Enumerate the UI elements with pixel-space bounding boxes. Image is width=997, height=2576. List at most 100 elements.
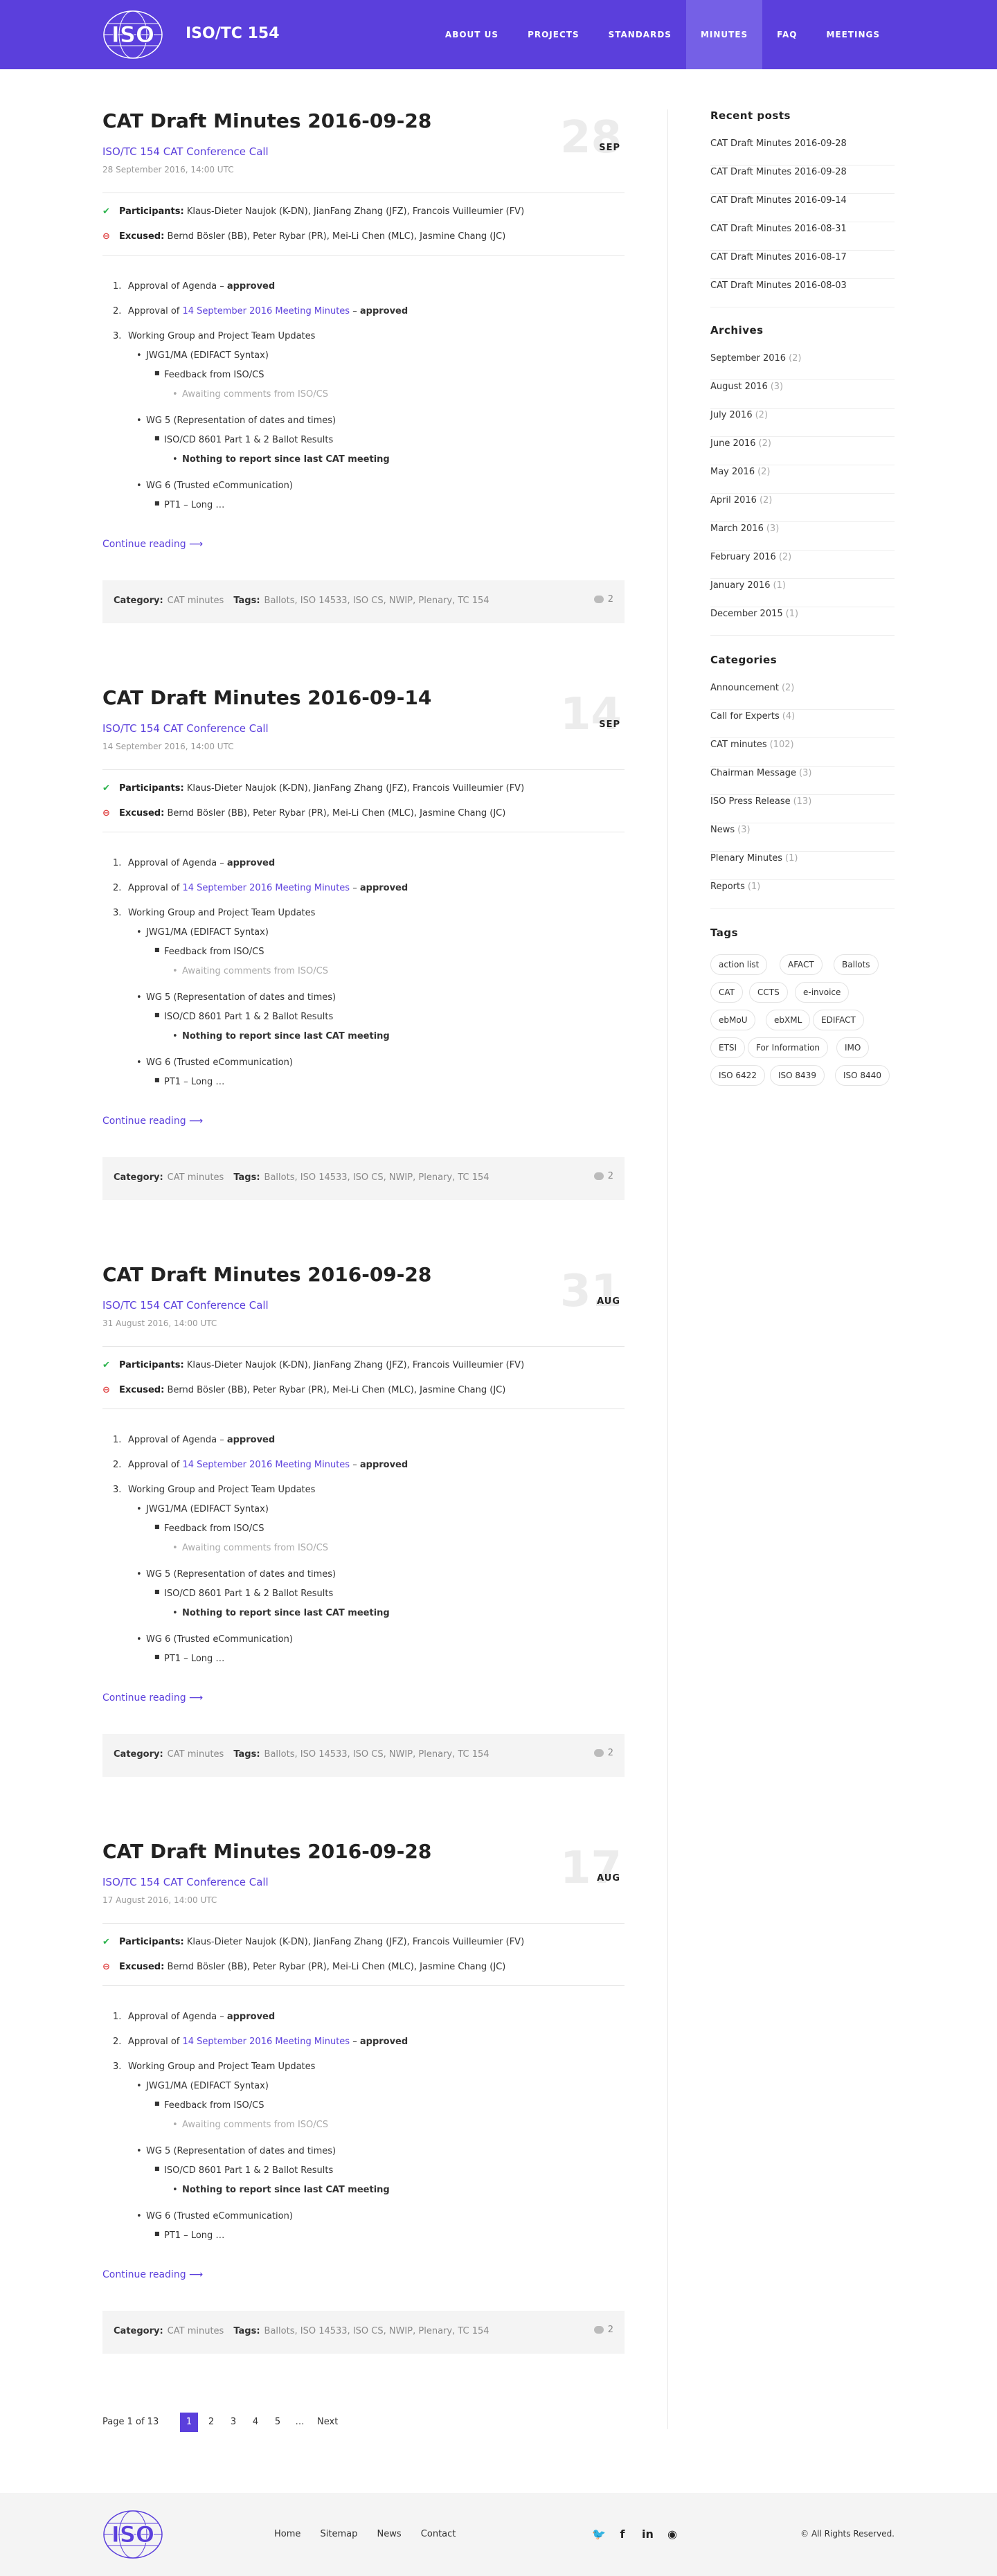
tag-link[interactable]: Ballots [834, 954, 879, 975]
category-link[interactable]: CAT minutes (102) [710, 738, 895, 767]
recent-post-link[interactable]: CAT Draft Minutes 2016-08-31 [710, 222, 895, 251]
tag-link[interactable]: ETSI [710, 1037, 746, 1058]
tag-link[interactable]: action list [710, 954, 768, 975]
post-subtitle[interactable]: ISO/TC 154 CAT Conference Call [102, 1299, 269, 1312]
archive-link[interactable]: April 2016 (2) [710, 494, 895, 522]
meeting-minutes-link[interactable]: 14 September 2016 Meeting Minutes [182, 306, 350, 316]
archive-link[interactable]: July 2016 (2) [710, 409, 895, 437]
archive-link[interactable]: January 2016 (1) [710, 579, 895, 607]
comments-count[interactable]: 2 [593, 2325, 613, 2335]
tags-links[interactable]: Ballots, ISO 14533, ISO CS, NWIP, Plenar… [264, 1749, 489, 1760]
tag-link[interactable]: CCTS [749, 982, 788, 1003]
post-title[interactable]: CAT Draft Minutes 2016-09-14 [102, 686, 431, 709]
footer-link-home[interactable]: Home [274, 2529, 300, 2539]
tag-link[interactable]: CAT [710, 982, 743, 1003]
category-link[interactable]: CAT minutes [168, 596, 224, 606]
archive-link[interactable]: September 2016 (2) [710, 352, 895, 380]
archive-link[interactable]: May 2016 (2) [710, 465, 895, 494]
meeting-minutes-link[interactable]: 14 September 2016 Meeting Minutes [182, 2037, 350, 2047]
footer-link-news[interactable]: News [377, 2529, 402, 2539]
nav-about[interactable]: About us [431, 0, 513, 69]
recent-post-link[interactable]: CAT Draft Minutes 2016-08-03 [710, 279, 895, 307]
continue-reading-link[interactable]: Continue reading ⟶ [102, 539, 203, 550]
page-link[interactable]: 5 [269, 2413, 287, 2432]
meeting-minutes-link[interactable]: 14 September 2016 Meeting Minutes [182, 1460, 350, 1470]
post-title[interactable]: CAT Draft Minutes 2016-09-28 [102, 109, 431, 132]
nav-standards[interactable]: Standards [594, 0, 686, 69]
recent-post-link[interactable]: CAT Draft Minutes 2016-08-17 [710, 251, 895, 279]
tag-link[interactable]: AFACT [780, 954, 823, 975]
category-link[interactable]: ISO Press Release (13) [710, 795, 895, 823]
tag-link[interactable]: ISO 8440 [835, 1065, 890, 1086]
facebook-icon[interactable]: f [617, 2528, 628, 2541]
footer-iso-logo[interactable]: ISO [102, 2510, 163, 2559]
recent-post-link[interactable]: CAT Draft Minutes 2016-09-14 [710, 194, 895, 222]
post-subtitle[interactable]: ISO/TC 154 CAT Conference Call [102, 145, 269, 158]
category-link[interactable]: Announcement (2) [710, 681, 895, 710]
archive-link[interactable]: August 2016 (3) [710, 380, 895, 409]
category-link[interactable]: CAT minutes [168, 1749, 224, 1760]
page-link[interactable]: … [291, 2413, 309, 2432]
tag-link[interactable]: EDIFACT [813, 1010, 864, 1030]
comments-count[interactable]: 2 [593, 1748, 613, 1758]
post-subtitle[interactable]: ISO/TC 154 CAT Conference Call [102, 722, 269, 735]
category-link[interactable]: News (3) [710, 823, 895, 852]
comments-count[interactable]: 2 [593, 594, 613, 605]
nav-meetings[interactable]: Meetings [811, 0, 895, 69]
post-meta-bar: Category: CAT minutes Tags: Ballots, ISO 14… [102, 580, 625, 623]
tag-link[interactable]: ISO 8439 [770, 1065, 825, 1086]
tags-links[interactable]: Ballots, ISO 14533, ISO CS, NWIP, Plenar… [264, 1172, 489, 1183]
category-link[interactable]: Plenary Minutes (1) [710, 852, 895, 880]
footer-link-sitemap[interactable]: Sitemap [321, 2529, 358, 2539]
site-title[interactable]: ISO/TC 154 [186, 25, 280, 42]
twitter-icon[interactable]: 🐦 [592, 2528, 606, 2541]
iso-logo[interactable]: ISO [102, 10, 163, 60]
page-link[interactable]: 4 [246, 2413, 264, 2432]
tag-link[interactable]: IMO [836, 1037, 870, 1058]
recent-post-link[interactable]: CAT Draft Minutes 2016-09-28 [710, 166, 895, 194]
page-link[interactable]: 2 [202, 2413, 220, 2432]
category-link[interactable]: Reports (1) [710, 880, 895, 909]
page-link[interactable]: 1 [180, 2413, 198, 2432]
archive-link[interactable]: June 2016 (2) [710, 437, 895, 465]
minus-circle-icon: ⊖ [102, 808, 110, 819]
continue-reading-link[interactable]: Continue reading ⟶ [102, 2269, 203, 2280]
tags-label: Tags: [233, 1172, 260, 1183]
tag-link[interactable]: ISO 6422 [710, 1065, 765, 1086]
continue-reading-link[interactable]: Continue reading ⟶ [102, 1692, 203, 1703]
list-marker: ■ [154, 947, 160, 953]
arrow-right-icon: ⟶ [186, 539, 204, 550]
github-icon[interactable]: ◉ [667, 2528, 678, 2541]
post-title[interactable]: CAT Draft Minutes 2016-09-28 [102, 1263, 431, 1286]
post-subtitle[interactable]: ISO/TC 154 CAT Conference Call [102, 1876, 269, 1888]
tag-link[interactable]: ebMoU [710, 1010, 756, 1030]
list-item: 2. Approval of 14 September 2016 Meeting … [113, 1460, 408, 1470]
nav-projects[interactable]: Projects [513, 0, 594, 69]
tag-link[interactable]: e-invoice [795, 982, 850, 1003]
category-link[interactable]: Call for Experts (4) [710, 710, 895, 738]
next-page-link[interactable]: Next [317, 2417, 338, 2427]
meeting-minutes-link[interactable]: 14 September 2016 Meeting Minutes [182, 883, 350, 893]
tag-link[interactable]: For Information [748, 1037, 829, 1058]
tags-links[interactable]: Ballots, ISO 14533, ISO CS, NWIP, Plenar… [264, 2326, 489, 2336]
archive-link[interactable]: December 2015 (1) [710, 607, 895, 636]
tags-links[interactable]: Ballots, ISO 14533, ISO CS, NWIP, Plenar… [264, 596, 489, 606]
continue-reading-link[interactable]: Continue reading ⟶ [102, 1116, 203, 1127]
linkedin-icon[interactable]: in [642, 2528, 654, 2541]
archives-title: Archives [710, 324, 764, 337]
post-title[interactable]: CAT Draft Minutes 2016-09-28 [102, 1840, 431, 1863]
page-link[interactable]: 3 [224, 2413, 242, 2432]
archive-link[interactable]: March 2016 (3) [710, 522, 895, 551]
arrow-right-icon: ⟶ [186, 2269, 204, 2280]
nav-minutes[interactable]: Minutes [685, 0, 763, 69]
recent-post-link[interactable]: CAT Draft Minutes 2016-09-28 [710, 137, 895, 166]
category-link[interactable]: CAT minutes [168, 1172, 224, 1183]
category-link[interactable]: CAT minutes [168, 2326, 224, 2336]
tag-link[interactable]: ebXML [766, 1010, 811, 1030]
participants-label: Participants: [119, 783, 184, 794]
footer-link-contact[interactable]: Contact [421, 2529, 456, 2539]
nav-faq[interactable]: FAQ [762, 0, 811, 69]
archive-link[interactable]: February 2016 (2) [710, 551, 895, 579]
comments-count[interactable]: 2 [593, 1171, 613, 1181]
category-link[interactable]: Chairman Message (3) [710, 767, 895, 795]
